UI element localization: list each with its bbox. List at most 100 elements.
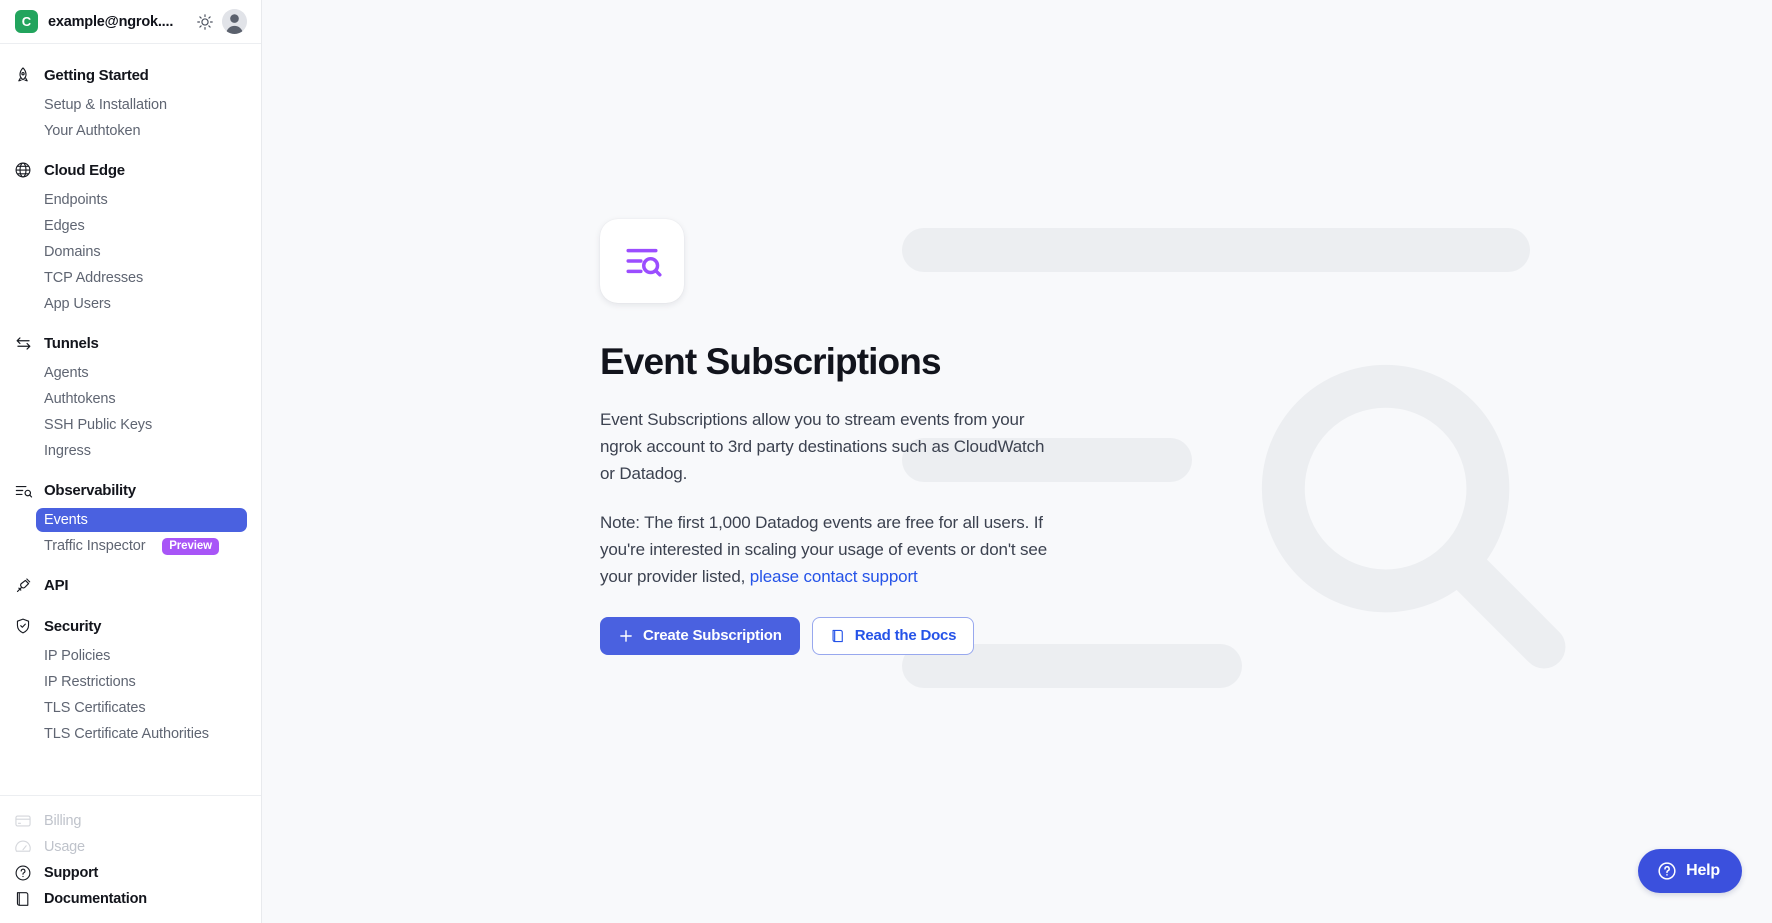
- nav-group-observability: Observability Events Traffic Inspector P…: [0, 475, 261, 559]
- sidebar-item-label: Getting Started: [44, 66, 149, 84]
- question-circle-icon: [13, 863, 33, 883]
- sidebar-subitem-label: App Users: [44, 296, 111, 312]
- sidebar-subitem-label: Events: [44, 512, 88, 528]
- sidebar-item-getting-started[interactable]: Getting Started: [0, 60, 261, 90]
- sidebar-item-agents[interactable]: Agents: [0, 360, 261, 386]
- account-name[interactable]: example@ngrok....: [48, 14, 196, 30]
- sidebar-subitem-label: Setup & Installation: [44, 97, 167, 113]
- sidebar-item-tcp-addresses[interactable]: TCP Addresses: [0, 265, 261, 291]
- avatar[interactable]: [222, 9, 247, 34]
- sidebar-item-usage[interactable]: Usage: [0, 834, 261, 860]
- globe-icon: [13, 160, 33, 180]
- sidebar-nav[interactable]: Getting Started Setup & Installation You…: [0, 44, 261, 795]
- read-the-docs-label: Read the Docs: [854, 627, 957, 645]
- sidebar-subitem-label: IP Policies: [44, 648, 111, 664]
- description-paragraph-2: Note: The first 1,000 Datadog events are…: [600, 510, 1052, 591]
- sidebar-subitem-label: Domains: [44, 244, 101, 260]
- sidebar-subitem-label: Your Authtoken: [44, 123, 141, 139]
- nav-group-cloud-edge: Cloud Edge Endpoints Edges Domains TCP A…: [0, 155, 261, 317]
- sidebar-item-label: Billing: [44, 813, 82, 829]
- sidebar-subitem-label: Agents: [44, 365, 89, 381]
- sidebar-item-api[interactable]: API: [0, 570, 261, 600]
- api-plug-icon: [13, 575, 33, 595]
- sidebar-item-tls-certificates[interactable]: TLS Certificates: [0, 695, 261, 721]
- sidebar: C example@ngrok.... Getting Started Setu…: [0, 0, 262, 923]
- sidebar-item-domains[interactable]: Domains: [0, 239, 261, 265]
- sidebar-subitem-label: SSH Public Keys: [44, 417, 153, 433]
- sidebar-item-observability[interactable]: Observability: [0, 475, 261, 505]
- plus-icon: [618, 628, 634, 644]
- sidebar-item-endpoints[interactable]: Endpoints: [0, 187, 261, 213]
- sidebar-item-label: Support: [44, 865, 99, 881]
- shield-check-icon: [13, 616, 33, 636]
- description-paragraph-1: Event Subscriptions allow you to stream …: [600, 410, 1045, 484]
- sidebar-subitem-label: TCP Addresses: [44, 270, 144, 286]
- sidebar-subitem-label: IP Restrictions: [44, 674, 136, 690]
- sidebar-item-ingress[interactable]: Ingress: [0, 438, 261, 464]
- sidebar-item-label: Cloud Edge: [44, 161, 125, 179]
- sidebar-item-billing[interactable]: Billing: [0, 808, 261, 834]
- sidebar-item-your-authtoken[interactable]: Your Authtoken: [0, 118, 261, 144]
- book-icon: [13, 889, 33, 909]
- sidebar-item-label: Security: [44, 617, 102, 635]
- sidebar-item-label: API: [44, 576, 69, 594]
- sidebar-subitem-label: Traffic Inspector: [44, 538, 146, 554]
- sidebar-item-ssh-public-keys[interactable]: SSH Public Keys: [0, 412, 261, 438]
- sidebar-item-ip-policies[interactable]: IP Policies: [0, 643, 261, 669]
- sidebar-subitem-label: Endpoints: [44, 192, 108, 208]
- credit-card-icon: [13, 811, 33, 831]
- sun-icon[interactable]: [196, 13, 214, 31]
- sidebar-item-authtokens[interactable]: Authtokens: [0, 386, 261, 412]
- create-subscription-button[interactable]: Create Subscription: [600, 616, 800, 655]
- nav-group-tunnels: Tunnels Agents Authtokens SSH Public Key…: [0, 328, 261, 464]
- action-button-row: Create Subscription Read the Docs: [600, 616, 1070, 655]
- help-label: Help: [1686, 862, 1720, 879]
- sidebar-item-app-users[interactable]: App Users: [0, 291, 261, 317]
- sidebar-item-edges[interactable]: Edges: [0, 213, 261, 239]
- sidebar-subitem-label: Ingress: [44, 443, 91, 459]
- sidebar-subitem-label: Edges: [44, 218, 85, 234]
- nav-group-getting-started: Getting Started Setup & Installation You…: [0, 60, 261, 144]
- sidebar-item-traffic-inspector[interactable]: Traffic Inspector Preview: [0, 533, 261, 559]
- nav-group-api: API: [0, 570, 261, 600]
- sidebar-item-setup-installation[interactable]: Setup & Installation: [0, 92, 261, 118]
- sidebar-item-ip-restrictions[interactable]: IP Restrictions: [0, 669, 261, 695]
- sidebar-item-label: Usage: [44, 839, 85, 855]
- sidebar-footer: Billing Usage Support Documentation: [0, 795, 261, 923]
- read-the-docs-button[interactable]: Read the Docs: [811, 616, 975, 655]
- main-content: Event Subscriptions Event Subscriptions …: [262, 0, 1772, 923]
- sidebar-item-label: Documentation: [44, 891, 147, 907]
- rocket-icon: [13, 65, 33, 85]
- observability-icon: [13, 480, 33, 500]
- sidebar-item-events[interactable]: Events: [0, 507, 261, 533]
- gauge-icon: [13, 837, 33, 857]
- sidebar-item-tunnels[interactable]: Tunnels: [0, 328, 261, 358]
- sidebar-item-label: Tunnels: [44, 334, 99, 352]
- tunnels-icon: [13, 333, 33, 353]
- sidebar-item-documentation[interactable]: Documentation: [0, 886, 261, 912]
- sidebar-item-label: Observability: [44, 481, 136, 499]
- contact-support-link[interactable]: please contact support: [750, 567, 918, 586]
- book-icon: [830, 628, 846, 644]
- event-subscriptions-icon: [600, 219, 684, 303]
- sidebar-item-cloud-edge[interactable]: Cloud Edge: [0, 155, 261, 185]
- sidebar-item-support[interactable]: Support: [0, 860, 261, 886]
- question-circle-icon: [1657, 861, 1677, 881]
- account-initial-badge: C: [15, 10, 38, 33]
- status-badge-preview: Preview: [162, 537, 219, 555]
- sidebar-item-tls-certificate-authorities[interactable]: TLS Certificate Authorities: [0, 721, 261, 747]
- sidebar-item-security[interactable]: Security: [0, 611, 261, 641]
- nav-group-security: Security IP Policies IP Restrictions TLS…: [0, 611, 261, 747]
- magnifier-watermark-icon: [1247, 350, 1577, 680]
- header-icons: [196, 9, 247, 34]
- page-title: Event Subscriptions: [600, 341, 942, 382]
- help-button[interactable]: Help: [1638, 849, 1742, 893]
- empty-state-panel: Event Subscriptions Event Subscriptions …: [600, 219, 1070, 655]
- sidebar-subitem-label: Authtokens: [44, 391, 116, 407]
- sidebar-header: C example@ngrok....: [0, 0, 261, 44]
